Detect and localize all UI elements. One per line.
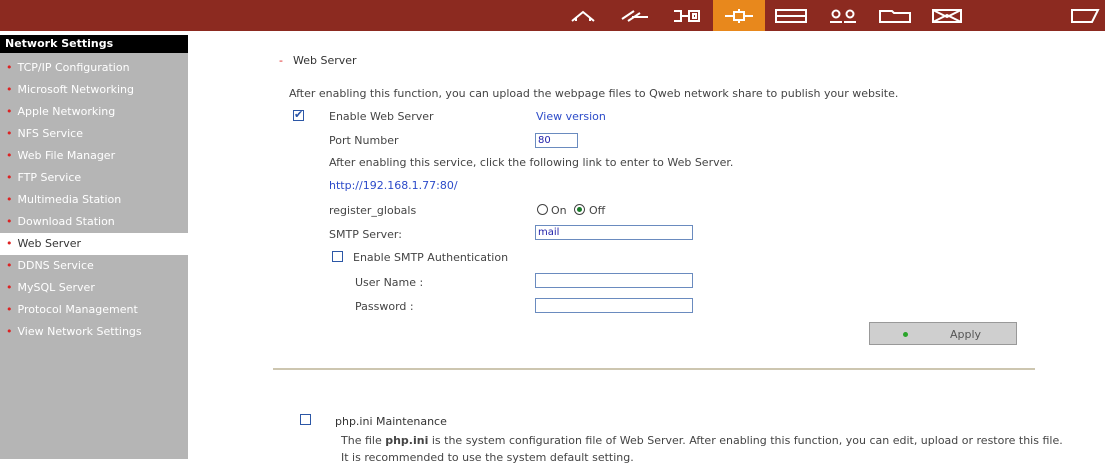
link-note: After enabling this service, click the f…: [329, 156, 734, 169]
smtp-auth-checkbox[interactable]: [332, 251, 343, 262]
enable-web-server-label: Enable Web Server: [329, 110, 434, 123]
php-ini-checkbox[interactable]: [300, 414, 311, 425]
status-dot-icon: [903, 332, 908, 337]
enable-web-server-checkbox[interactable]: ✔: [293, 108, 304, 121]
users-icon[interactable]: [817, 0, 869, 31]
server-url-link[interactable]: http://192.168.1.77:80/: [329, 179, 458, 192]
sidebar-item-protocol-management[interactable]: • Protocol Management: [0, 299, 188, 321]
username-input[interactable]: [535, 273, 693, 288]
apply-label: Apply: [950, 328, 982, 341]
php-desc-text: The file: [341, 434, 386, 447]
smtp-auth-label: Enable SMTP Authentication: [353, 251, 509, 264]
sidebar: Network Settings • TCP/IP Configuration •…: [0, 35, 188, 459]
home-icon[interactable]: [557, 0, 609, 31]
php-desc-text-rest: is the system configuration file of Web …: [428, 434, 1063, 447]
port-number-label: Port Number: [329, 134, 399, 147]
sidebar-item-web-file-manager[interactable]: • Web File Manager: [0, 145, 188, 167]
sidebar-item-label: Microsoft Networking: [17, 83, 135, 96]
section-dash: -: [279, 54, 283, 67]
register-globals-on-radio[interactable]: [537, 204, 548, 215]
section-title: Web Server: [293, 54, 357, 67]
apply-button[interactable]: Apply: [869, 322, 1017, 345]
smtp-server-label: SMTP Server:: [329, 228, 402, 241]
check-icon: ✔: [294, 108, 304, 121]
sidebar-item-view-network-settings[interactable]: • View Network Settings: [0, 321, 188, 343]
network-icon[interactable]: [713, 0, 765, 31]
sidebar-item-multimedia-station[interactable]: • Multimedia Station: [0, 189, 188, 211]
folder-icon[interactable]: [869, 0, 921, 31]
on-label: On: [551, 204, 567, 217]
sidebar-item-label: Protocol Management: [17, 303, 138, 316]
php-ini-label: php.ini Maintenance: [335, 415, 447, 428]
password-input[interactable]: [535, 298, 693, 313]
top-nav-bar: [0, 0, 1105, 31]
sidebar-item-apple-networking[interactable]: • Apple Networking: [0, 101, 188, 123]
disk-icon[interactable]: [765, 0, 817, 31]
sidebar-item-web-server[interactable]: • Web Server: [0, 233, 188, 255]
smtp-server-input[interactable]: mail: [535, 225, 693, 240]
sidebar-item-microsoft-networking[interactable]: • Microsoft Networking: [0, 79, 188, 101]
intro-text: After enabling this function, you can up…: [289, 87, 899, 100]
username-label: User Name :: [355, 276, 424, 289]
sidebar-item-label: FTP Service: [17, 171, 82, 184]
sidebar-item-ftp-service[interactable]: • FTP Service: [0, 167, 188, 189]
sidebar-item-label: NFS Service: [17, 127, 84, 140]
sidebar-item-label: DDNS Service: [17, 259, 94, 272]
sidebar-item-ddns-service[interactable]: • DDNS Service: [0, 255, 188, 277]
php-ini-description: The file php.ini is the system configura…: [341, 434, 1063, 447]
system-icon[interactable]: [661, 0, 713, 31]
php-ini-recommendation: It is recommended to use the system defa…: [341, 451, 634, 464]
sidebar-item-label: Web File Manager: [17, 149, 116, 162]
sidebar-item-download-station[interactable]: • Download Station: [0, 211, 188, 233]
off-label: Off: [589, 204, 606, 217]
password-label: Password :: [355, 300, 414, 313]
wizard-icon[interactable]: [609, 0, 661, 31]
sidebar-item-label: Multimedia Station: [17, 193, 122, 206]
sidebar-item-label: View Network Settings: [17, 325, 142, 338]
sidebar-item-mysql-server[interactable]: • MySQL Server: [0, 277, 188, 299]
view-version-link[interactable]: View version: [536, 110, 606, 123]
sidebar-item-nfs-service[interactable]: • NFS Service: [0, 123, 188, 145]
sidebar-title: Network Settings: [0, 35, 188, 53]
sidebar-item-label: Web Server: [17, 237, 82, 250]
php-desc-filename: php.ini: [385, 434, 429, 447]
register-globals-off-radio[interactable]: [574, 204, 585, 215]
sidebar-item-label: TCP/IP Configuration: [17, 61, 130, 74]
sidebar-item-label: Apple Networking: [17, 105, 116, 118]
port-number-input[interactable]: 80: [535, 133, 578, 148]
sidebar-item-label: MySQL Server: [17, 281, 95, 294]
tools-icon[interactable]: [1065, 0, 1105, 31]
mail-icon[interactable]: [921, 0, 973, 31]
divider: [273, 368, 1035, 370]
register-globals-label: register_globals: [329, 204, 417, 217]
sidebar-item-tcpip[interactable]: • TCP/IP Configuration: [0, 57, 188, 79]
sidebar-item-label: Download Station: [17, 215, 115, 228]
